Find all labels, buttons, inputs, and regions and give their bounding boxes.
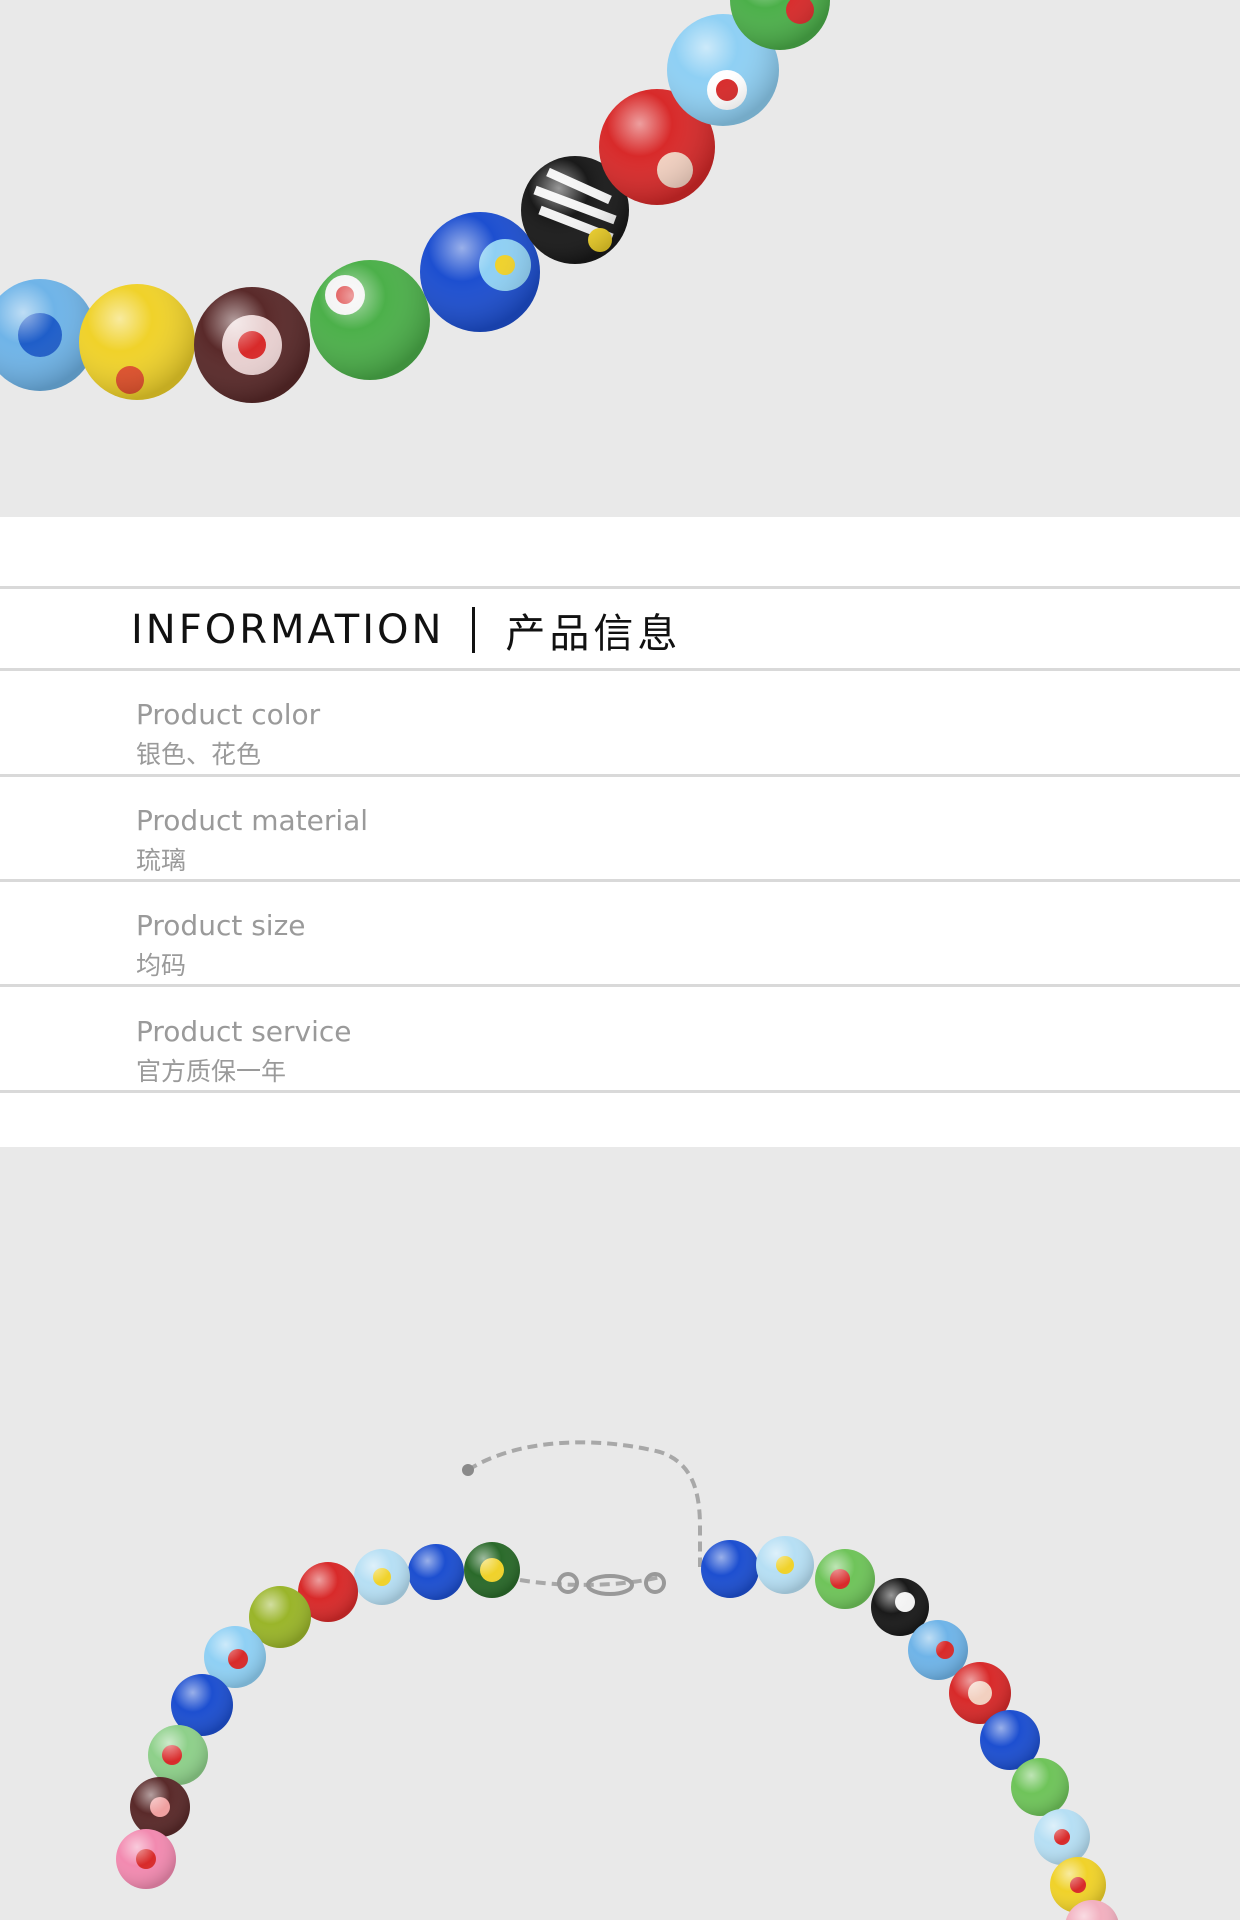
bead-necklace-full-image	[116, 1440, 1119, 1920]
product-photo-full	[0, 1147, 1240, 1920]
heading-chinese: 产品信息	[505, 611, 682, 657]
product-photo-closeup	[0, 0, 1240, 517]
info-row-material: Product material 琉璃	[136, 803, 1136, 879]
info-row-size: Product size 均码	[136, 908, 1136, 984]
info-label: Product material	[136, 804, 369, 837]
product-information-section: INFORMATION 产品信息 Product color 银色、花色 Pro…	[0, 517, 1240, 1147]
divider	[0, 668, 1240, 671]
info-row-color: Product color 银色、花色	[136, 697, 1136, 773]
info-label: Product size	[136, 909, 306, 942]
info-row-service: Product service 官方质保一年	[136, 1014, 1136, 1090]
bead-necklace-closeup-image	[0, 0, 830, 403]
info-label: Product color	[136, 698, 321, 731]
divider	[0, 774, 1240, 777]
divider	[0, 586, 1240, 589]
divider	[0, 1090, 1240, 1093]
information-heading: INFORMATION 产品信息	[131, 600, 681, 660]
heading-separator	[472, 607, 476, 653]
divider	[0, 984, 1240, 987]
info-value: 银色、花色	[136, 740, 262, 769]
divider	[0, 879, 1240, 882]
info-label: Product service	[136, 1015, 352, 1048]
heading-english: INFORMATION	[131, 607, 445, 653]
info-value: 官方质保一年	[136, 1057, 287, 1086]
info-value: 均码	[136, 951, 187, 980]
info-value: 琉璃	[136, 846, 187, 875]
